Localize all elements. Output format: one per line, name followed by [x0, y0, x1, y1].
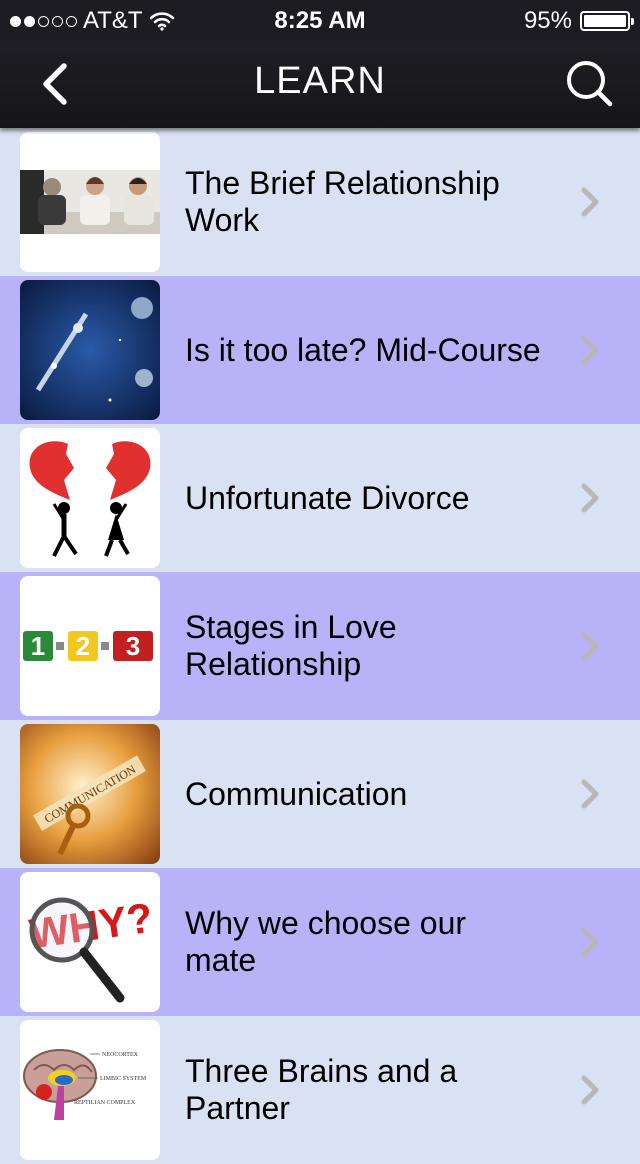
topic-list: The Brief Relationship Work Is it too la… — [0, 128, 640, 1164]
list-item-label: Communication — [185, 775, 408, 812]
space-photo-thumbnail — [20, 280, 160, 420]
why-magnifier-thumbnail: WHY? — [20, 872, 160, 1012]
navigation-bar: LEARN — [0, 40, 640, 128]
list-item-label: Is it too late? Mid-Course — [185, 331, 541, 368]
chevron-right-icon — [581, 335, 599, 365]
broken-heart-thumbnail — [20, 428, 160, 568]
battery-percent: 95% — [523, 7, 572, 34]
step-three-number: 3 — [126, 631, 140, 661]
page-title: LEARN — [254, 60, 386, 102]
list-item-label: Unfortunate Divorce — [185, 479, 470, 516]
chevron-right-icon — [581, 631, 599, 661]
brain-label-limbic: LIMBIC SYSTEM — [100, 1076, 147, 1082]
list-item-label: The Brief Relationship Work — [185, 165, 500, 238]
communication-key-thumbnail: COMMUNICATION — [20, 724, 160, 864]
chevron-right-icon — [581, 779, 599, 809]
brain-diagram-thumbnail: NEOCORTEX LIMBIC SYSTEM REPTILIAN COMPLE… — [20, 1020, 160, 1160]
list-item-label: Stages in Love Relationship — [185, 609, 397, 682]
chevron-right-icon — [581, 1075, 599, 1105]
status-bar: AT&T 8:25 AM 95% — [0, 0, 640, 40]
list-item[interactable]: 1 2 3 Stages in Love Relationship — [0, 572, 640, 720]
list-item[interactable]: Is it too late? Mid-Course — [0, 276, 640, 424]
list-item[interactable]: NEOCORTEX LIMBIC SYSTEM REPTILIAN COMPLE… — [0, 1016, 640, 1164]
list-item[interactable]: WHY? Why we choose our mate — [0, 868, 640, 1016]
list-item[interactable]: Unfortunate Divorce — [0, 424, 640, 572]
step-one-number: 1 — [31, 631, 45, 661]
one-two-three-thumbnail: 1 2 3 — [20, 576, 160, 716]
people-photo-thumbnail — [20, 132, 160, 272]
brain-label-reptilian: REPTILIAN COMPLEX — [74, 1100, 136, 1106]
list-item[interactable]: COMMUNICATION Communication — [0, 720, 640, 868]
step-two-number: 2 — [76, 631, 90, 661]
chevron-right-icon — [581, 187, 599, 217]
battery-group: 95% — [523, 7, 634, 35]
search-icon[interactable] — [560, 54, 620, 114]
chevron-right-icon — [581, 483, 599, 513]
list-item[interactable]: The Brief Relationship Work — [0, 128, 640, 276]
list-item-label: Three Brains and a Partner — [185, 1053, 458, 1126]
battery-icon — [580, 11, 634, 31]
chevron-right-icon — [581, 927, 599, 957]
list-item-label: Why we choose our mate — [185, 905, 467, 978]
brain-label-neocortex: NEOCORTEX — [102, 1052, 139, 1058]
